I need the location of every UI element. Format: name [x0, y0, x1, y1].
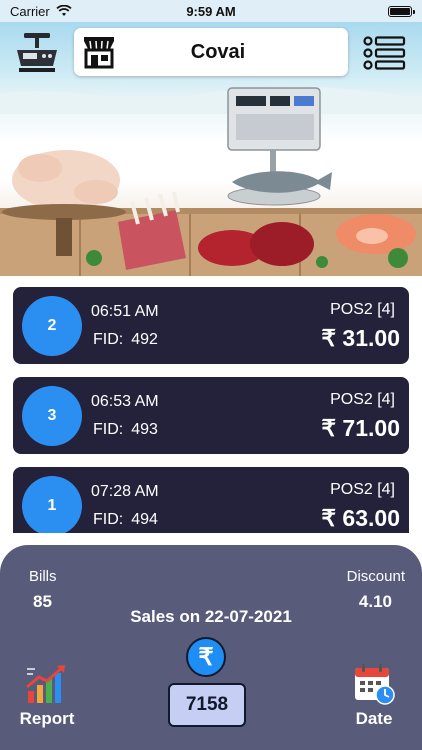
transaction-pos: POS2 [4] — [330, 481, 395, 498]
status-right — [272, 5, 415, 17]
hero-banner: Covai — [0, 22, 422, 276]
status-bar: Carrier 9:59 AM — [0, 0, 422, 22]
status-time: 9:59 AM — [186, 3, 236, 19]
carrier-label: Carrier — [10, 3, 50, 19]
store-name: Covai — [190, 40, 246, 63]
date-button[interactable]: Date — [344, 663, 404, 731]
status-left: Carrier — [10, 4, 150, 19]
transaction-fid: FID: 494 — [93, 511, 158, 529]
transaction-pos: POS2 [4] — [330, 301, 395, 318]
sales-summary-panel: Bills 85 Discount 4.10 Sales on 22-07-20… — [0, 545, 422, 750]
transaction-number: 3 — [22, 386, 82, 446]
weighing-scale-icon[interactable] — [14, 32, 60, 74]
transaction-number: 1 — [22, 476, 82, 533]
transaction-number: 2 — [22, 296, 82, 356]
list-menu-icon[interactable] — [362, 36, 406, 70]
total-sales-value: 7158 — [168, 683, 246, 727]
transaction-card[interactable]: 3 06:53 AM FID: 493 POS2 [4] ₹ 71.00 — [13, 377, 409, 454]
transaction-amount: ₹ 63.00 — [321, 505, 400, 531]
transaction-list[interactable]: 2 06:51 AM FID: 492 POS2 [4] ₹ 31.00 3 0… — [13, 287, 409, 533]
fid-label: FID: — [93, 331, 124, 348]
battery-icon — [388, 5, 415, 17]
fid-label: FID: — [93, 511, 124, 528]
sales-date-title: Sales on 22-07-2021 — [130, 607, 292, 626]
date-label: Date — [355, 709, 393, 728]
calendar-clock-icon — [355, 664, 395, 705]
transaction-time: 06:53 AM — [91, 393, 159, 410]
transaction-card[interactable]: 2 06:51 AM FID: 492 POS2 [4] ₹ 31.00 — [13, 287, 409, 364]
transaction-time: 07:28 AM — [91, 483, 159, 500]
report-label: Report — [19, 709, 75, 728]
transaction-time: 06:51 AM — [91, 303, 159, 320]
fid-value: 494 — [131, 511, 158, 528]
rupee-icon: ₹ — [186, 637, 226, 677]
bills-label: Bills — [29, 568, 57, 585]
transaction-amount: ₹ 31.00 — [321, 325, 400, 351]
transaction-amount: ₹ 71.00 — [321, 415, 400, 441]
meat-and-fish-illustration — [0, 87, 422, 276]
fid-value: 492 — [131, 331, 158, 348]
fid-label: FID: — [93, 421, 124, 438]
report-button[interactable]: Report — [14, 663, 80, 731]
fid-value: 493 — [131, 421, 158, 438]
transaction-fid: FID: 492 — [93, 331, 158, 349]
transaction-card[interactable]: 1 07:28 AM FID: 494 POS2 [4] ₹ 63.00 — [13, 467, 409, 533]
store-selector[interactable]: Covai — [74, 28, 348, 76]
transaction-fid: FID: 493 — [93, 421, 158, 439]
store-icon — [80, 33, 118, 71]
wifi-icon — [56, 5, 72, 16]
discount-label: Discount — [346, 568, 405, 585]
chart-growth-icon — [26, 665, 65, 703]
transaction-pos: POS2 [4] — [330, 391, 395, 408]
